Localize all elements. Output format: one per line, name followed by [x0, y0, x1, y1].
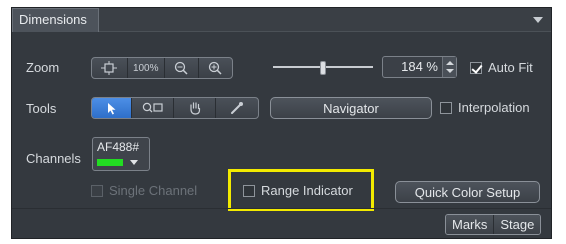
zoom-value-spinbox[interactable]: 184 % [382, 56, 457, 78]
auto-fit-label: Auto Fit [488, 60, 533, 75]
spin-down-icon[interactable] [446, 69, 454, 73]
navigator-button[interactable]: Navigator [270, 97, 432, 119]
zoom-value: 184 % [401, 59, 438, 74]
hand-pan-icon [189, 102, 200, 115]
zoom-slider-thumb[interactable] [320, 61, 326, 75]
channels-label: Channels [26, 151, 81, 166]
stage-button[interactable]: Stage [493, 215, 541, 234]
tools-label: Tools [26, 101, 57, 116]
auto-fit-check-icon[interactable] [470, 61, 482, 74]
pointer-arrow-icon [107, 102, 115, 114]
single-channel-checkbox[interactable]: Single Channel [91, 183, 197, 198]
channel-color-swatch [97, 159, 123, 166]
channel-dropdown-arrow-icon[interactable] [130, 160, 138, 165]
pipette-tool-button[interactable] [216, 98, 258, 118]
zoom-out-button[interactable] [165, 58, 199, 78]
channel-af488-selector[interactable]: AF488# [92, 137, 150, 171]
single-channel-check-icon[interactable] [91, 184, 103, 197]
zoom-in-button[interactable] [199, 58, 233, 78]
single-channel-label: Single Channel [109, 183, 198, 198]
marks-button[interactable]: Marks [446, 215, 494, 234]
zoom-label: Zoom [26, 60, 60, 75]
pipette-icon [231, 102, 243, 114]
spin-up-icon[interactable] [446, 61, 454, 65]
dimensions-panel: Dimensions Zoom 100% 184 % Auto Fit Tool… [11, 7, 552, 239]
quick-color-setup-button[interactable]: Quick Color Setup [395, 181, 540, 203]
tab-dimensions[interactable]: Dimensions [12, 8, 99, 32]
zoom-region-icon [142, 102, 163, 113]
interpolation-checkbox[interactable]: Interpolation [440, 100, 530, 115]
channel-name: AF488# [97, 140, 140, 154]
divider [12, 208, 551, 209]
pan-tool-button[interactable] [174, 98, 216, 118]
zoom-100-button[interactable]: 100% [128, 58, 165, 78]
panel-menu-arrow-icon[interactable] [533, 17, 543, 23]
interpolation-label: Interpolation [458, 100, 530, 115]
auto-fit-checkbox[interactable]: Auto Fit [470, 60, 533, 75]
tools-button-group [91, 97, 259, 119]
tab-bar: Dimensions [12, 8, 551, 32]
zoom-region-tool-button[interactable] [132, 98, 174, 118]
marks-stage-segment: Marks Stage [445, 214, 542, 235]
fit-to-window-icon [101, 61, 118, 75]
pointer-tool-button[interactable] [92, 98, 132, 118]
interpolation-check-icon[interactable] [440, 101, 452, 114]
zoom-in-icon [209, 61, 222, 75]
zoom-out-icon [175, 61, 188, 75]
range-indicator-highlight [228, 169, 374, 211]
zoom-button-group: 100% [91, 57, 233, 79]
fit-to-window-button[interactable] [92, 58, 128, 78]
spin-arrows[interactable] [442, 57, 456, 77]
